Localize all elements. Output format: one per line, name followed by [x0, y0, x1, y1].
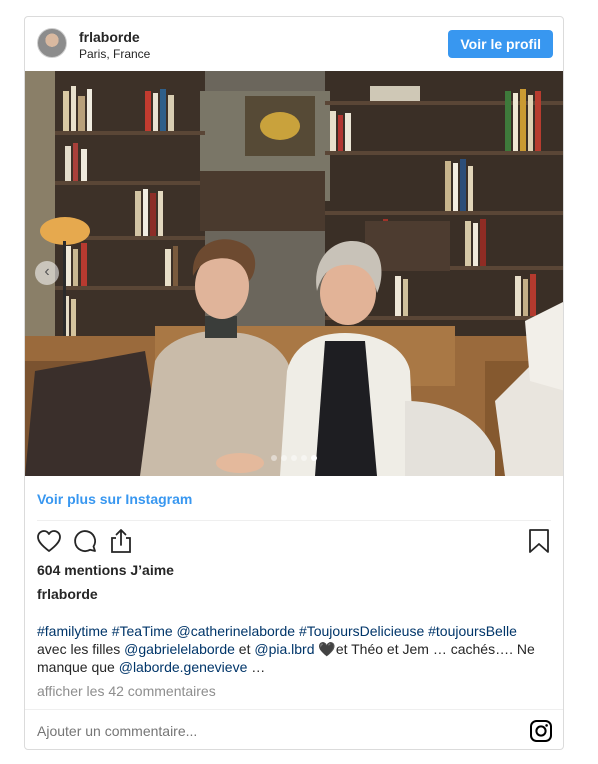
header-location[interactable]: Paris, France: [79, 47, 150, 61]
caption-text: 🖤et Théo et Jem … cachés…. Ne: [314, 641, 535, 657]
caption-text: …: [247, 659, 266, 675]
carousel-dots: [271, 455, 317, 461]
carousel-prev-button[interactable]: ‹: [35, 261, 59, 285]
carousel-dot[interactable]: [301, 455, 307, 461]
header-username[interactable]: frlaborde: [79, 29, 140, 45]
comment-bar: [25, 709, 563, 749]
caption-text: manque que: [37, 659, 119, 675]
caption-line: avec les filles @gabrielelaborde et @pia…: [37, 640, 553, 658]
view-more-on-instagram-link[interactable]: Voir plus sur Instagram: [37, 491, 192, 507]
post-owner-username[interactable]: frlaborde: [37, 586, 98, 602]
divider: [37, 520, 551, 521]
hashtag-link[interactable]: #ToujoursDelicieuse: [299, 623, 424, 639]
carousel-dot-active[interactable]: [311, 455, 317, 461]
view-comments-link[interactable]: afficher les 42 commentaires: [37, 683, 216, 699]
share-icon[interactable]: [107, 527, 135, 555]
mention-link[interactable]: @gabrielelaborde: [124, 641, 235, 657]
mention-link[interactable]: @laborde.genevieve: [119, 659, 248, 675]
view-profile-button[interactable]: Voir le profil: [448, 30, 553, 58]
likes-count[interactable]: 604 mentions J’aime: [37, 562, 174, 578]
heart-icon[interactable]: [35, 527, 63, 555]
bookmark-icon[interactable]: [525, 527, 553, 555]
hashtag-link[interactable]: #familytime: [37, 623, 108, 639]
comment-icon[interactable]: [71, 527, 99, 555]
comment-input[interactable]: [37, 723, 497, 739]
carousel-dot[interactable]: [291, 455, 297, 461]
hashtag-link[interactable]: #TeaTime: [112, 623, 173, 639]
carousel-dot[interactable]: [281, 455, 287, 461]
caption-line: manque que @laborde.genevieve …: [37, 658, 553, 676]
instagram-embed-card: frlaborde Paris, France Voir le profil ‹…: [24, 16, 564, 750]
photo-illustration: [25, 71, 563, 476]
caption-text: avec les filles: [37, 641, 125, 657]
instagram-icon[interactable]: [529, 719, 553, 743]
post-photo[interactable]: ‹: [25, 71, 563, 476]
avatar[interactable]: [37, 28, 67, 58]
post-header: frlaborde Paris, France Voir le profil: [25, 17, 563, 71]
caption-line: #familytime #TeaTime @catherinelaborde #…: [37, 622, 553, 640]
chevron-left-icon: ‹: [44, 263, 50, 280]
carousel-dot[interactable]: [271, 455, 277, 461]
post-actions: [25, 525, 563, 559]
mention-link[interactable]: @catherinelaborde: [177, 623, 296, 639]
hashtag-link[interactable]: #toujoursBelle: [428, 623, 517, 639]
mention-link[interactable]: @pia.lbrd: [254, 641, 314, 657]
post-caption: #familytime #TeaTime @catherinelaborde #…: [37, 622, 553, 676]
caption-text: et: [234, 641, 255, 657]
